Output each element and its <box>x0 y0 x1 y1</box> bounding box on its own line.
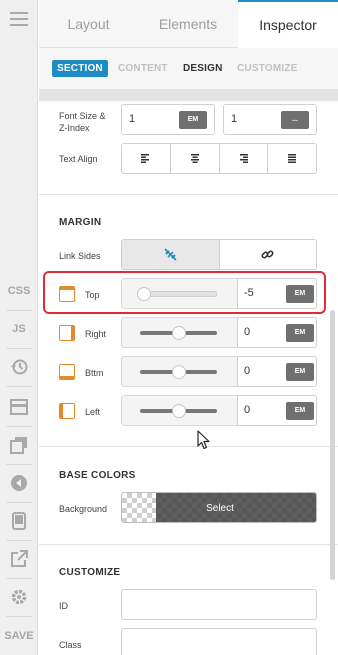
align-center-icon[interactable] <box>171 144 220 173</box>
align-justify-icon[interactable] <box>268 144 316 173</box>
margin-left-slider[interactable] <box>121 395 238 426</box>
slider-handle[interactable] <box>171 365 186 379</box>
margin-left-field[interactable]: 0 EM <box>237 395 317 426</box>
margin-bottom-label: Bttm <box>85 368 104 378</box>
class-label: Class <box>59 640 82 650</box>
margin-right-icon <box>59 325 75 341</box>
margin-left-value: 0 <box>244 404 251 416</box>
margin-left-unit-button[interactable]: EM <box>286 402 314 420</box>
margin-left-label: Left <box>85 407 101 417</box>
menu-icon[interactable] <box>0 0 38 38</box>
margin-bottom-field[interactable]: 0 EM <box>237 356 317 387</box>
copy-icon[interactable] <box>0 426 38 464</box>
margin-heading: MARGIN <box>59 217 102 228</box>
select-label: Select <box>206 503 234 514</box>
z-index-unit-button[interactable]: ... <box>281 111 309 129</box>
background-label: Background <box>59 504 108 514</box>
z-index-value: 1 <box>231 113 238 125</box>
margin-bottom-slider[interactable] <box>121 356 238 387</box>
font-size-field[interactable]: 1 EM <box>121 104 215 135</box>
subtab-section[interactable]: SECTION <box>52 60 108 77</box>
text-align-group <box>121 143 317 174</box>
font-size-label: Font Size & Z-Index <box>59 111 106 133</box>
subtab-content[interactable]: CONTENT <box>118 63 168 74</box>
margin-bottom-icon <box>59 364 75 380</box>
margin-bottom-value: 0 <box>244 365 251 377</box>
sub-tabs: SECTION CONTENT DESIGN CUSTOMIZE <box>39 48 338 90</box>
margin-right-unit-button[interactable]: EM <box>286 324 314 342</box>
link-sides-label: Link Sides <box>59 251 101 261</box>
scroll-shade <box>39 90 338 101</box>
text-align-label: Text Align <box>59 154 98 164</box>
link-icon[interactable] <box>219 240 316 269</box>
z-index-field[interactable]: 1 ... <box>223 104 317 135</box>
align-right-icon[interactable] <box>220 144 269 173</box>
highlight-box <box>43 271 326 314</box>
mouse-cursor-icon <box>197 430 211 453</box>
customize-heading: CUSTOMIZE <box>59 567 121 578</box>
link-sides-toggle <box>121 239 317 270</box>
scrollbar[interactable] <box>330 310 335 580</box>
margin-right-value: 0 <box>244 326 251 338</box>
margin-right-slider[interactable] <box>121 317 238 348</box>
class-input[interactable] <box>121 628 317 655</box>
mobile-icon[interactable] <box>0 502 38 540</box>
margin-right-label: Right <box>85 329 107 339</box>
tab-inspector[interactable]: Inspector <box>238 0 338 49</box>
base-colors-heading: BASE COLORS <box>59 470 136 481</box>
css-button[interactable]: CSS <box>0 272 38 310</box>
unlink-icon[interactable] <box>122 240 220 269</box>
inspector-panel: Layout Elements Inspector SECTION CONTEN… <box>39 0 338 655</box>
slider-handle[interactable] <box>171 326 186 340</box>
play-icon[interactable] <box>0 464 38 502</box>
divider <box>39 544 338 545</box>
background-color-select[interactable]: Select <box>121 492 317 523</box>
margin-left-icon <box>59 403 75 419</box>
font-size-value: 1 <box>129 113 136 125</box>
save-button[interactable]: SAVE <box>0 617 38 655</box>
history-icon[interactable] <box>0 348 38 386</box>
slider-handle[interactable] <box>171 404 186 418</box>
js-button[interactable]: JS <box>0 310 38 348</box>
top-tabs: Layout Elements Inspector <box>39 0 338 49</box>
left-toolbar: CSS JS SAVE <box>0 0 38 655</box>
divider <box>39 446 338 447</box>
subtab-design[interactable]: DESIGN <box>183 63 223 74</box>
font-size-unit-button[interactable]: EM <box>179 111 207 129</box>
id-label: ID <box>59 601 68 611</box>
external-link-icon[interactable] <box>0 540 38 578</box>
align-left-icon[interactable] <box>122 144 171 173</box>
divider <box>39 194 338 195</box>
layout-block-icon[interactable] <box>0 388 38 426</box>
id-input[interactable] <box>121 589 317 620</box>
margin-bottom-unit-button[interactable]: EM <box>286 363 314 381</box>
tab-elements[interactable]: Elements <box>138 0 238 48</box>
margin-right-field[interactable]: 0 EM <box>237 317 317 348</box>
tab-layout[interactable]: Layout <box>39 0 138 48</box>
subtab-customize[interactable]: CUSTOMIZE <box>237 63 298 74</box>
gear-icon[interactable] <box>0 578 38 616</box>
